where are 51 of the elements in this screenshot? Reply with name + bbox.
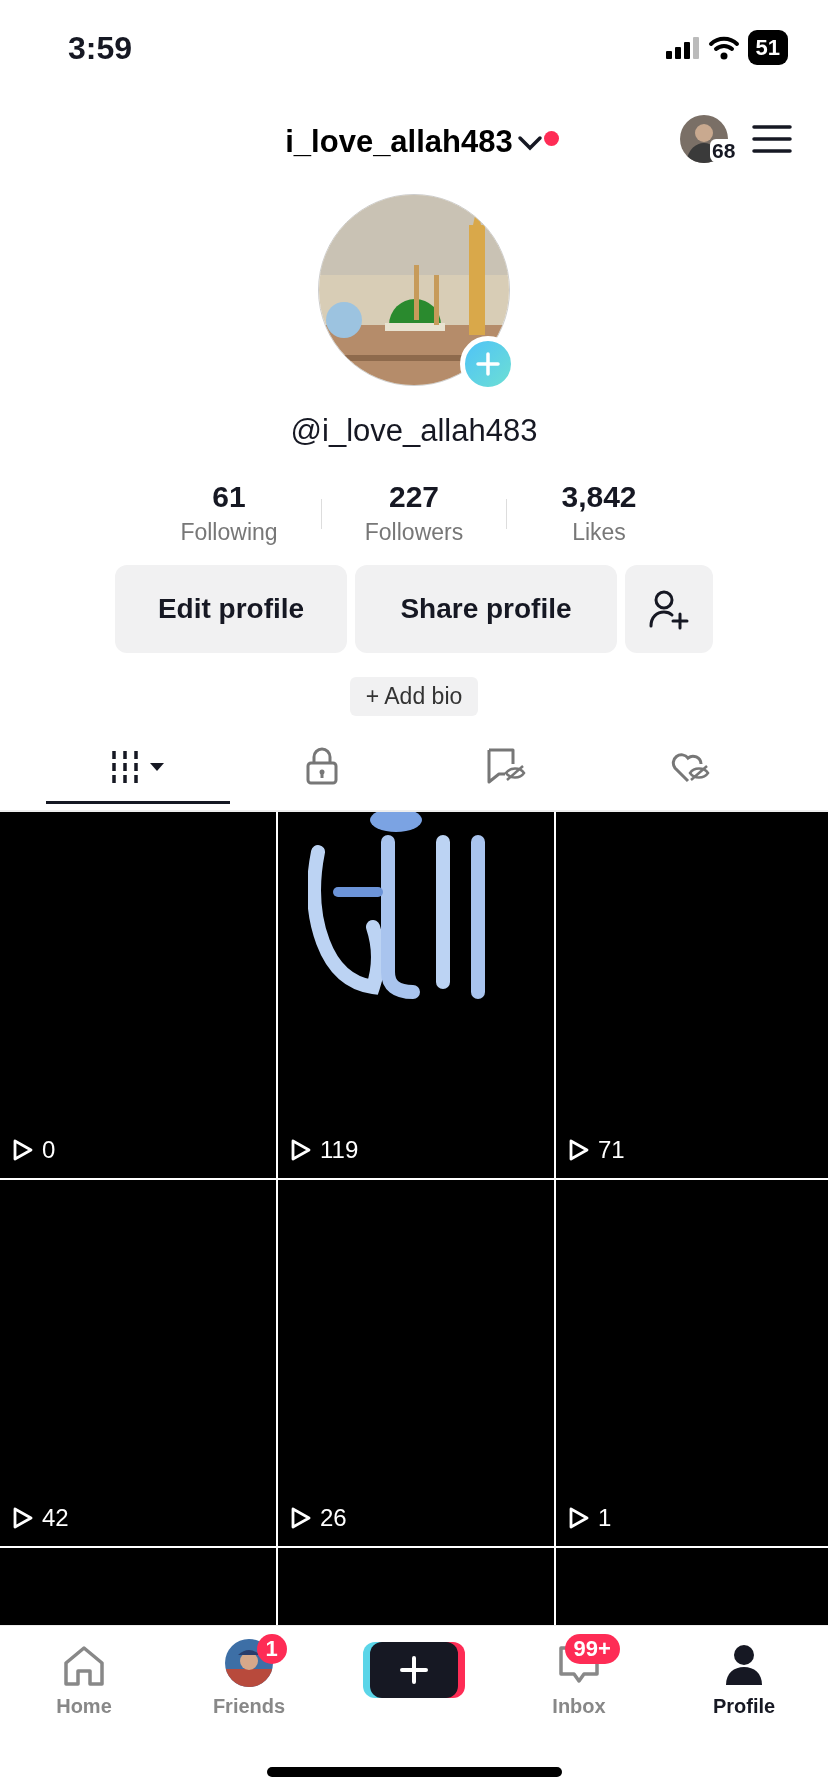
view-count: 119 xyxy=(320,1134,359,1165)
add-person-icon xyxy=(648,588,690,630)
avatar-count: 68 xyxy=(710,139,738,163)
play-icon xyxy=(12,1137,34,1162)
stat-label: Followers xyxy=(363,517,465,547)
profile-handle: @i_love_allah483 xyxy=(290,412,538,450)
play-icon xyxy=(290,1505,312,1530)
signal-icon xyxy=(665,36,700,59)
play-icon xyxy=(568,1137,590,1162)
play-icon xyxy=(12,1505,34,1530)
nav-tab[interactable]: Profile xyxy=(661,1631,827,1747)
video-thumbnail[interactable]: 0 xyxy=(0,811,276,1178)
stat-value: 227 xyxy=(387,478,441,515)
play-icon xyxy=(290,1137,312,1162)
view-count: 26 xyxy=(320,1502,347,1533)
nav-tab[interactable]: Home xyxy=(1,1631,167,1747)
video-thumbnail[interactable]: 119 xyxy=(278,811,554,1178)
video-thumbnail[interactable]: 42 xyxy=(0,1179,276,1546)
nav-tab[interactable]: Friends 1 xyxy=(166,1631,332,1747)
view-count: 0 xyxy=(42,1134,56,1165)
profile-button[interactable]: Edit profile xyxy=(115,565,347,653)
play-icon xyxy=(568,1505,590,1530)
add-friend-button[interactable] xyxy=(625,565,713,653)
view-count: 1 xyxy=(598,1502,612,1533)
plus-icon xyxy=(399,1654,429,1685)
lock-icon xyxy=(305,747,339,785)
view-count: 71 xyxy=(598,1134,625,1165)
view-count: 42 xyxy=(42,1502,69,1533)
hidden-bookmark-icon xyxy=(486,747,526,785)
grid-icon xyxy=(110,749,166,783)
wifi-icon xyxy=(707,35,740,60)
video-thumbnail[interactable]: 71 xyxy=(556,811,828,1178)
nav-tab[interactable]: Inbox 99+ xyxy=(496,1631,662,1747)
person-icon xyxy=(724,1642,764,1687)
plus-icon xyxy=(475,351,501,377)
notification-badge: 99+ xyxy=(564,1633,620,1664)
menu-icon[interactable] xyxy=(752,123,792,155)
stat-label: Likes xyxy=(571,517,627,547)
video-thumbnail[interactable]: 1 xyxy=(556,1179,828,1546)
profile-button[interactable]: Share profile xyxy=(355,565,617,653)
notification-badge: 1 xyxy=(256,1633,287,1664)
stat-value: 61 xyxy=(211,478,247,515)
chevron-down-icon xyxy=(516,133,543,152)
battery-indicator: 51 xyxy=(747,30,788,65)
home-icon xyxy=(62,1644,106,1687)
status-time: 3:59 xyxy=(68,28,133,68)
stat-value: 3,842 xyxy=(560,478,638,515)
account-switcher[interactable]: i_love_allah483 xyxy=(285,119,543,166)
video-thumbnail[interactable]: 26 xyxy=(278,1179,554,1546)
add-bio-button[interactable]: + Add bio xyxy=(349,677,479,716)
stat-label: Following xyxy=(179,517,279,547)
